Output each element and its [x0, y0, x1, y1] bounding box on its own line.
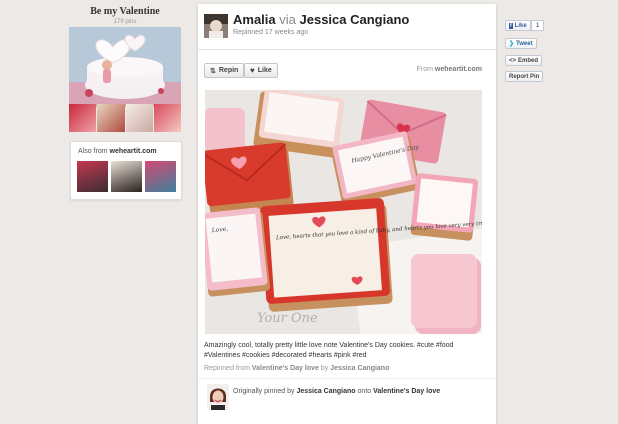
facebook-like-label: Like [514, 22, 527, 29]
facebook-like-count: 1 [531, 20, 545, 31]
also-from-thumbnails [77, 161, 176, 192]
repinned-from-user[interactable]: Jessica Cangiano [330, 365, 389, 372]
embed-button[interactable]: <> Embed [505, 55, 543, 66]
board-pin-count: 179 pins [113, 19, 137, 25]
like-button[interactable]: ♥ Like [244, 63, 278, 78]
originally-user[interactable]: Jessica Cangiano [296, 388, 355, 395]
original-pinner-avatar[interactable] [207, 384, 229, 410]
pin-description: Amazingly cool, totally pretty little lo… [204, 342, 454, 359]
also-from-thumb[interactable] [77, 161, 108, 192]
board-cover-image[interactable] [69, 27, 181, 107]
pinner-line: Amalia via Jessica Cangiano [233, 12, 409, 27]
board-thumbnails [69, 104, 181, 132]
via-name[interactable]: Jessica Cangiano [300, 12, 410, 27]
repinned-time: Repinned 17 weeks ago [233, 29, 309, 36]
repinned-from-board[interactable]: Valentine's Day love [252, 365, 319, 372]
also-from-thumb[interactable] [145, 161, 176, 192]
tweet-button[interactable]: ❯ Tweet [505, 38, 537, 49]
also-from-source[interactable]: weheartit.com [110, 148, 157, 155]
from-label: From [416, 66, 433, 73]
originally-label: Originally pinned by [233, 388, 295, 395]
report-pin-button[interactable]: Report Pin [505, 71, 544, 82]
also-from-panel: Also from weheartit.com [70, 141, 182, 200]
pinner-avatar[interactable] [204, 14, 228, 38]
repinned-from: Repinned from Valentine's Day love by Je… [204, 365, 389, 372]
facebook-like-button[interactable]: f Like [505, 20, 531, 31]
report-pin-label: Report Pin [509, 73, 540, 80]
code-icon: <> [509, 57, 517, 64]
facebook-icon: f [509, 22, 513, 29]
via-label: via [279, 12, 296, 27]
board-thumb[interactable] [69, 104, 97, 132]
pin-image[interactable]: Happy Valentine's Day Love, hearts that … [205, 90, 482, 334]
onto-label: onto [357, 388, 372, 395]
from-source: From weheartit.com [417, 66, 482, 73]
repinned-from-label: Repinned from [204, 365, 250, 372]
repinned-from-by: by [320, 365, 329, 372]
embed-label: Embed [518, 57, 539, 64]
board-thumb[interactable] [153, 104, 181, 132]
originally-board[interactable]: Valentine's Day love [373, 388, 440, 395]
also-from-label: Also from [78, 148, 108, 155]
divider [198, 378, 496, 379]
repin-label: Repin [218, 67, 239, 74]
pinner-name[interactable]: Amalia [233, 12, 276, 27]
board-thumb[interactable] [125, 104, 153, 132]
pin-card: Amalia via Jessica Cangiano Repinned 17 … [198, 4, 496, 424]
from-source-link[interactable]: weheartit.com [435, 66, 482, 73]
paper-text: Your One [257, 311, 318, 326]
originally-pinned-line: Originally pinned by Jessica Cangiano on… [233, 388, 440, 395]
pin-header: Amalia via Jessica Cangiano Repinned 17 … [198, 4, 496, 50]
board-thumb[interactable] [97, 104, 125, 132]
heart-icon: ♥ [250, 66, 255, 75]
repin-button[interactable]: ⇅ Repin [204, 63, 245, 78]
like-label: Like [257, 67, 272, 74]
also-from-title: Also from weheartit.com [78, 148, 157, 155]
tweet-label: Tweet [516, 40, 533, 47]
repin-icon: ⇅ [210, 67, 216, 75]
also-from-thumb[interactable] [111, 161, 142, 192]
twitter-bird-icon: ❯ [509, 41, 515, 47]
board-title[interactable]: Be my Valentine [69, 6, 181, 17]
